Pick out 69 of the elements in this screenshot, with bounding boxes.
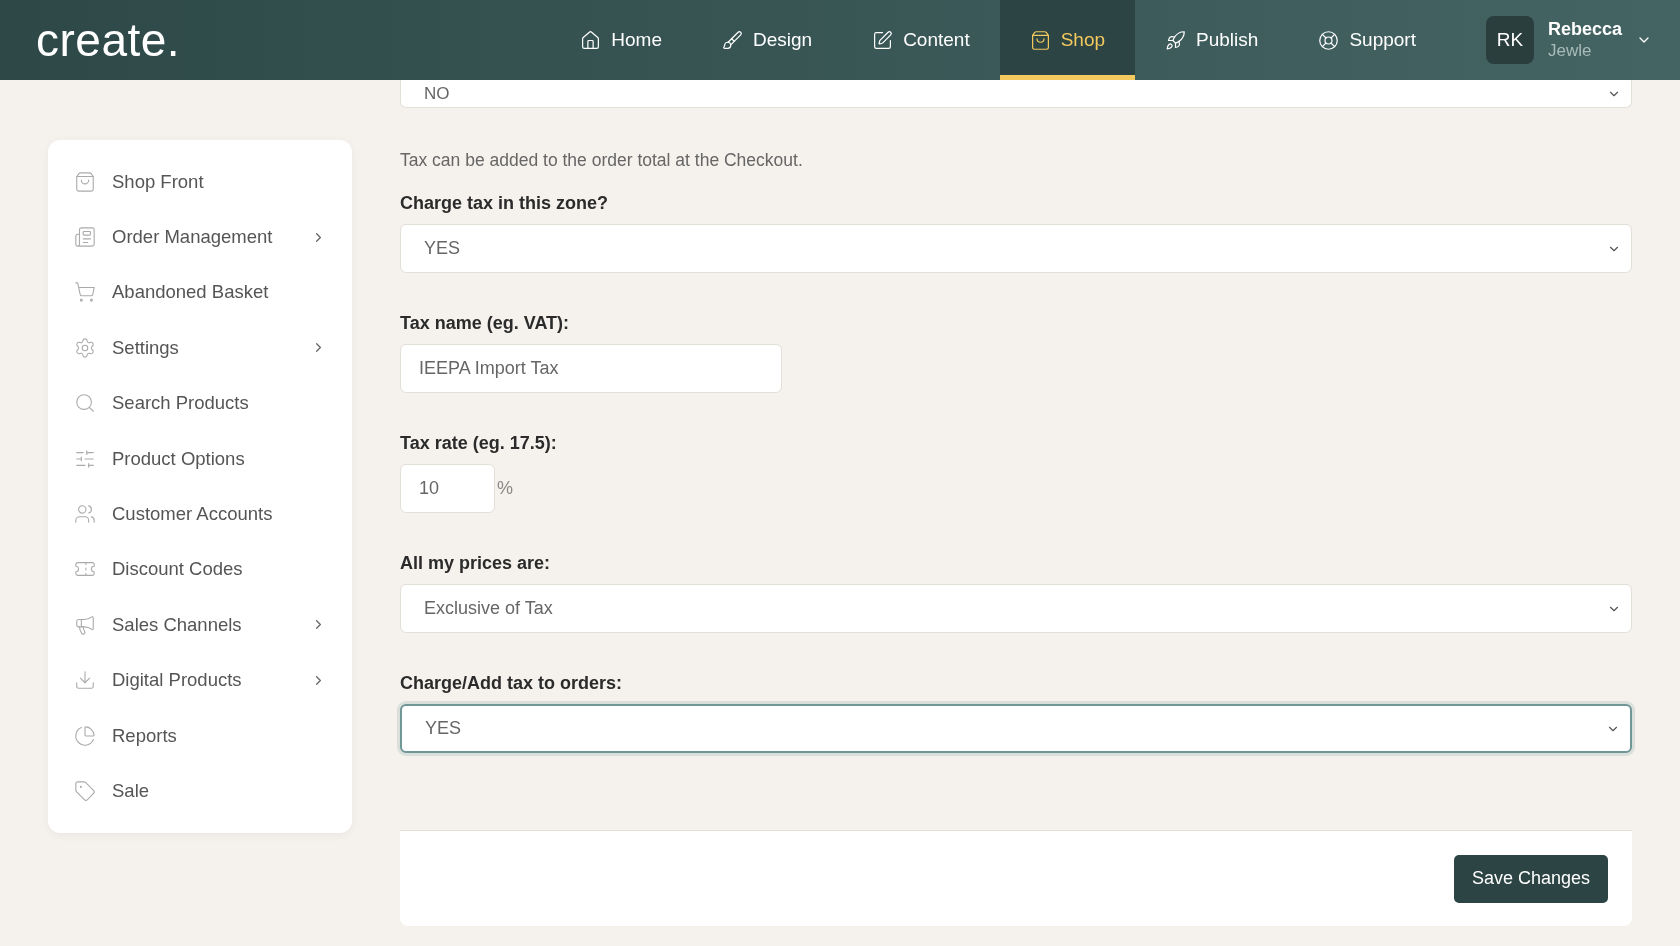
sidebar-item[interactable]: Order Management <box>48 209 352 265</box>
sidebar-item-label: Digital Products <box>112 669 243 692</box>
document-icon <box>74 226 96 249</box>
field-label: Charge/Add tax to orders: <box>400 673 624 694</box>
sidebar-item[interactable]: Settings <box>48 320 352 376</box>
sidebar-item-label: Sale <box>112 780 151 802</box>
select-value: NO <box>424 83 450 104</box>
sidebar-item[interactable]: Shop Front <box>48 154 352 210</box>
users-icon <box>74 503 96 526</box>
user-subtitle: Jewle <box>1547 40 1593 61</box>
sidebar-item-label: Product Options <box>112 447 246 470</box>
shopping-bag-icon <box>1029 29 1051 51</box>
nav-tab[interactable]: Content <box>842 0 1000 80</box>
field-label: Tax rate (eg. 17.5): <box>400 433 558 454</box>
cart-icon <box>74 281 96 304</box>
download-icon <box>74 669 96 692</box>
brush-icon <box>722 29 743 51</box>
select-value: Exclusive of Tax <box>424 598 553 619</box>
field-label: Charge tax in this zone? <box>400 193 610 214</box>
nav-tab[interactable]: Design <box>692 0 843 80</box>
user-avatar[interactable]: RK <box>1485 16 1534 64</box>
sidebar-item[interactable]: Abandoned Basket <box>48 264 352 321</box>
megaphone-icon <box>74 613 96 636</box>
unit-label: % <box>497 478 513 499</box>
edit-icon <box>872 29 894 51</box>
nav-tab[interactable]: Publish <box>1135 0 1289 80</box>
sidebar-item-label: Settings <box>112 336 180 359</box>
user-name: Rebecca <box>1547 19 1622 41</box>
nav-tab[interactable]: Shop <box>999 0 1136 80</box>
select-value: YES <box>424 238 461 259</box>
sidebar-item[interactable]: Sales Channels <box>48 597 352 653</box>
sidebar-item[interactable]: Digital Products <box>48 652 352 708</box>
field-label: All my prices are: <box>400 553 552 574</box>
lifebuoy-icon <box>1318 29 1340 51</box>
sliders-icon <box>74 447 96 470</box>
save-button[interactable]: Save Changes <box>1453 854 1608 903</box>
field-label: Tax name (eg. VAT): <box>400 313 571 334</box>
logo[interactable]: create. <box>36 13 181 67</box>
nav-tab[interactable]: Support <box>1288 0 1446 80</box>
text-field[interactable]: IEEPA Import Tax <box>400 344 782 393</box>
sidebar-item-label: Search Products <box>112 392 250 415</box>
sidebar-item-label: Abandoned Basket <box>112 281 270 304</box>
sidebar-item[interactable]: Reports <box>48 707 352 764</box>
sidebar-item[interactable]: Discount Codes <box>48 541 352 598</box>
sidebar-item-label: Sales Channels <box>112 613 243 636</box>
sidebar-item-label: Customer Accounts <box>112 503 274 526</box>
sidebar-item-label: Shop Front <box>112 170 205 193</box>
search-icon <box>74 392 96 415</box>
sidebar-item[interactable]: Product Options <box>48 430 352 487</box>
nav-tab[interactable]: Home <box>550 0 692 80</box>
tag-icon <box>74 780 96 802</box>
sidebar-item-label: Discount Codes <box>112 558 244 581</box>
sidebar-item[interactable]: Search Products <box>48 375 352 431</box>
select-field[interactable]: YES <box>400 704 1632 753</box>
home-icon <box>580 29 602 51</box>
settings-icon <box>74 336 96 359</box>
shopping-bag-icon <box>74 170 96 193</box>
sidebar-item-label: Order Management <box>112 226 274 249</box>
pie-chart-icon <box>74 724 96 747</box>
sidebar-item[interactable]: Sale <box>48 763 352 819</box>
select-field[interactable]: YES <box>400 224 1632 273</box>
hint-text: Tax can be added to the order total at the Checkout. <box>400 150 804 171</box>
rate-field[interactable]: 10 <box>400 464 495 513</box>
rocket-icon <box>1165 29 1187 51</box>
select-field[interactable]: Exclusive of Tax <box>400 584 1632 633</box>
select-value: YES <box>425 718 462 739</box>
sidebar-item[interactable]: Customer Accounts <box>48 486 352 542</box>
sidebar-item-label: Reports <box>112 724 178 747</box>
select-field[interactable]: NO <box>400 80 1632 108</box>
